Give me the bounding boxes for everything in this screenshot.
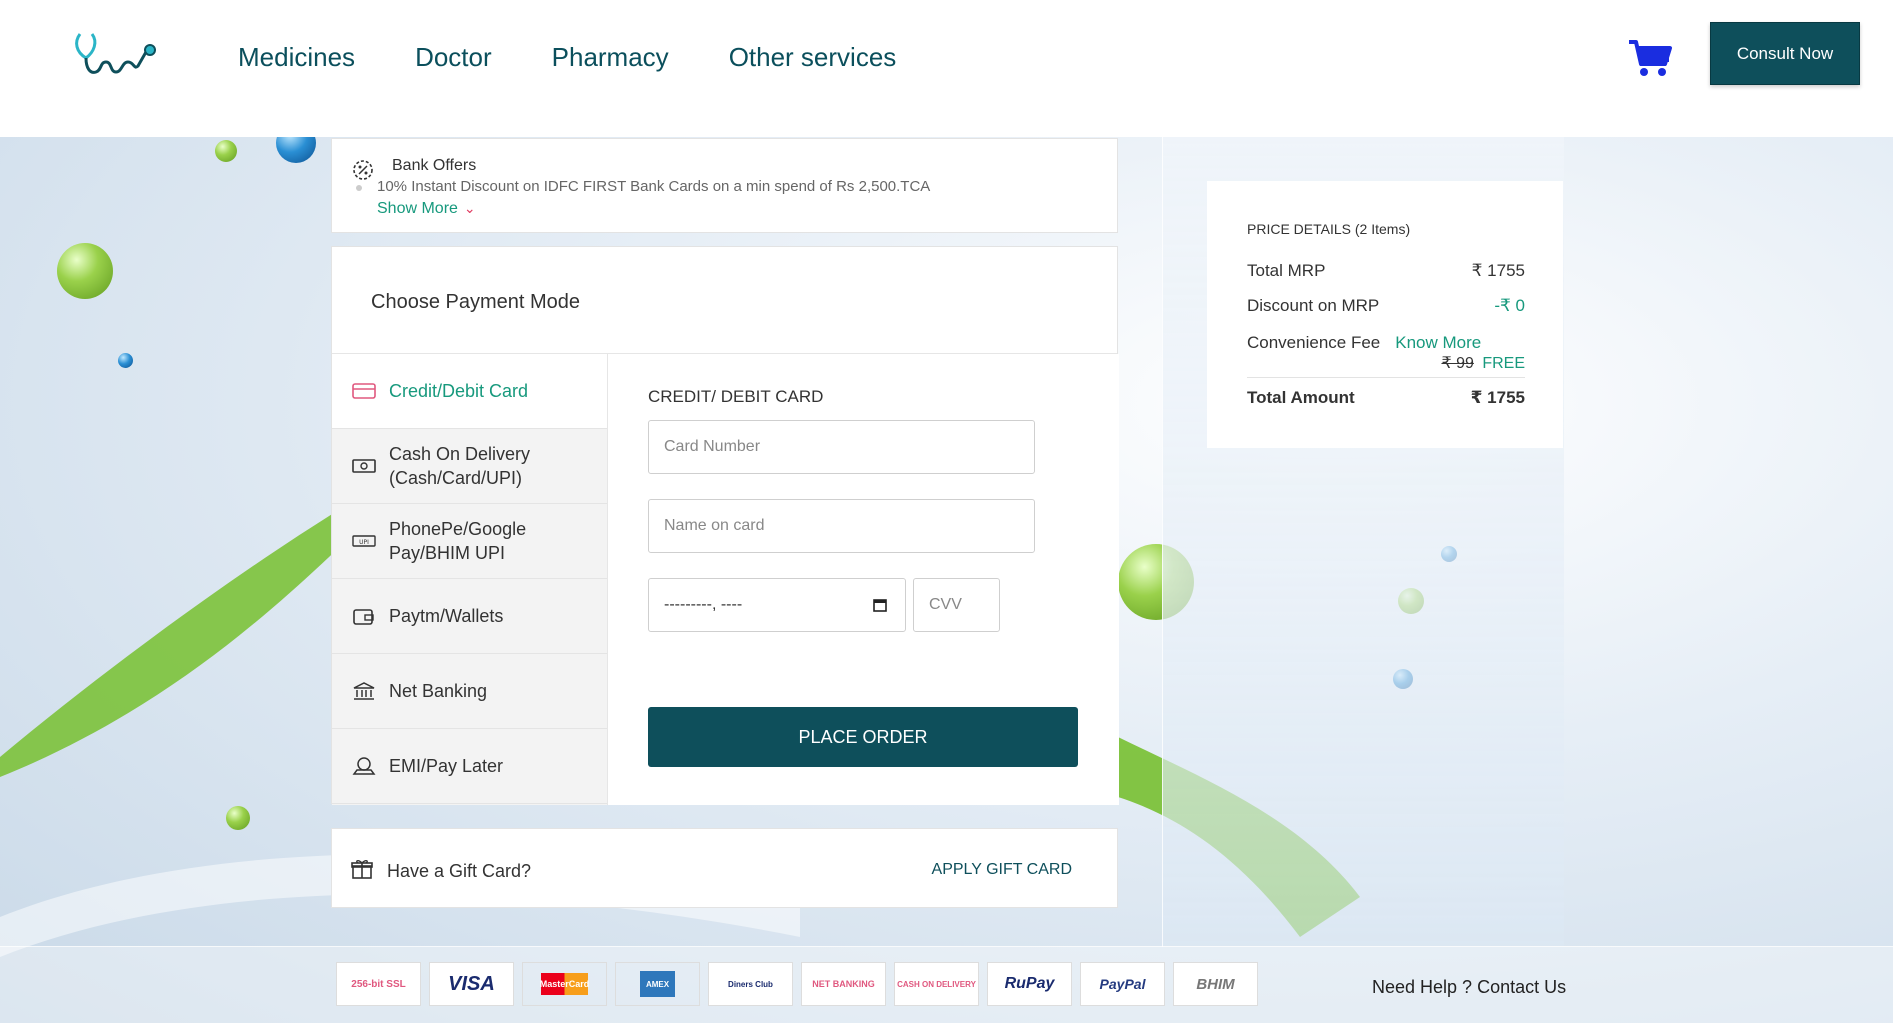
show-more-link[interactable]: Show More ⌄ <box>377 200 476 218</box>
gift-icon <box>351 860 373 879</box>
form-title: CREDIT/ DEBIT CARD <box>648 387 824 406</box>
price-details-card: PRICE DETAILS (2 Items) Total MRP ₹ 1755… <box>1207 181 1563 448</box>
method-upi[interactable]: UPI PhonePe/Google Pay/BHIM UPI <box>332 504 607 579</box>
convenience-fee-value: ₹ 99 FREE <box>1441 353 1525 373</box>
contact-us-link[interactable]: Need Help ? Contact Us <box>1372 977 1566 998</box>
credit-card-icon <box>352 383 376 399</box>
place-order-button[interactable]: PLACE ORDER <box>648 707 1078 767</box>
method-credit-debit-card[interactable]: Credit/Debit Card <box>332 354 607 429</box>
paypal-logo: PayPal <box>1080 962 1165 1006</box>
total-amount-label: Total Amount <box>1247 388 1355 407</box>
offers-title: Bank Offers <box>392 157 477 174</box>
payment-card: Choose Payment Mode Credit/Debit Card Ca… <box>331 246 1119 805</box>
main-nav: Medicines Doctor Pharmacy Other services <box>238 42 896 73</box>
ssl-logo: 256-bit SSL <box>336 962 421 1006</box>
emi-icon <box>352 757 376 775</box>
bhim-logo: BHIM <box>1173 962 1258 1006</box>
method-emi-pay-later[interactable]: EMI/Pay Later <box>332 729 607 804</box>
discount-label: Discount on MRP <box>1247 296 1380 315</box>
header: Medicines Doctor Pharmacy Other services… <box>0 0 1893 137</box>
total-amount-row: Total Amount ₹ 1755 <box>1247 388 1525 408</box>
fee-free-badge: FREE <box>1482 355 1525 372</box>
total-mrp-label: Total MRP <box>1247 261 1326 280</box>
amex-logo: AMEX <box>615 962 700 1006</box>
bank-icon <box>353 682 375 700</box>
method-cash-on-delivery[interactable]: Cash On Delivery (Cash/Card/UPI) <box>332 429 607 504</box>
total-mrp-value: ₹ 1755 <box>1471 261 1525 280</box>
card-form: CREDIT/ DEBIT CARD Card Number Name on c… <box>607 354 1119 805</box>
payment-header: Choose Payment Mode <box>332 247 1117 354</box>
apply-gift-card-button[interactable]: APPLY GIFT CARD <box>932 861 1072 879</box>
diners-club-logo: Diners Club <box>708 962 793 1006</box>
know-more-link[interactable]: Know More <box>1395 333 1481 353</box>
footer: 256-bit SSL VISA MasterCard AMEX Diners … <box>0 946 1893 1023</box>
card-number-input[interactable]: Card Number <box>648 420 1035 474</box>
nav-pharmacy[interactable]: Pharmacy <box>552 42 669 73</box>
method-label: Paytm/Wallets <box>389 606 504 626</box>
method-label: EMI/Pay Later <box>389 756 504 776</box>
payment-title: Choose Payment Mode <box>371 291 581 313</box>
method-net-banking[interactable]: Net Banking <box>332 654 607 729</box>
calendar-icon[interactable] <box>873 598 887 612</box>
visa-logo: VISA <box>429 962 514 1006</box>
method-label: Net Banking <box>389 681 488 701</box>
method-label: Credit/Debit Card <box>389 381 529 401</box>
nav-doctor[interactable]: Doctor <box>415 42 492 73</box>
bank-offers-card: Bank Offers 10% Instant Discount on IDFC… <box>331 138 1118 233</box>
expiry-date-input[interactable]: ---------, ---- <box>648 578 906 632</box>
fee-original: ₹ 99 <box>1441 355 1474 372</box>
gift-card-row: Have a Gift Card? APPLY GIFT CARD <box>331 828 1118 908</box>
name-on-card-input[interactable]: Name on card <box>648 499 1035 553</box>
cash-on-delivery-logo: CASH ON DELIVERY <box>894 962 979 1006</box>
method-paytm-wallets[interactable]: Paytm/Wallets <box>332 579 607 654</box>
offer-text: 10% Instant Discount on IDFC FIRST Bank … <box>377 178 931 195</box>
svg-text:UPI: UPI <box>359 539 369 546</box>
divider <box>1247 377 1525 378</box>
discount-value: -₹ 0 <box>1494 296 1525 315</box>
total-mrp-row: Total MRP ₹ 1755 <box>1247 261 1525 281</box>
cart-icon[interactable] <box>1627 38 1673 78</box>
consult-now-button[interactable]: Consult Now <box>1710 22 1860 85</box>
bullet-dot <box>356 185 362 191</box>
convenience-fee-row: Convenience Fee Know More <box>1247 333 1525 353</box>
mastercard-logo: MasterCard <box>522 962 607 1006</box>
gift-card-label: Have a Gift Card? <box>387 861 532 881</box>
expiry-value: ---------, ---- <box>664 596 743 613</box>
nav-other-services[interactable]: Other services <box>729 42 897 73</box>
convenience-fee-label: Convenience Fee <box>1247 333 1381 352</box>
payment-methods-list: Credit/Debit Card Cash On Delivery (Cash… <box>332 354 607 805</box>
method-label: Cash On Delivery (Cash/Card/UPI) <box>389 444 531 488</box>
total-amount-value: ₹ 1755 <box>1470 388 1525 407</box>
cvv-input[interactable]: CVV <box>913 578 1000 632</box>
discount-row: Discount on MRP -₹ 0 <box>1247 296 1525 316</box>
chevron-down-icon: ⌄ <box>463 200 476 216</box>
net-banking-logo: NET BANKING <box>801 962 886 1006</box>
offer-badge-icon <box>353 160 373 180</box>
price-details-title: PRICE DETAILS (2 Items) <box>1247 221 1411 237</box>
payment-logos: 256-bit SSL VISA MasterCard AMEX Diners … <box>336 962 1258 1006</box>
logo-icon[interactable] <box>72 28 162 80</box>
method-label: PhonePe/Google Pay/BHIM UPI <box>389 519 527 563</box>
cash-icon <box>352 459 376 473</box>
wallet-icon <box>353 609 374 625</box>
nav-medicines[interactable]: Medicines <box>238 42 355 73</box>
upi-icon: UPI <box>352 535 376 547</box>
rupay-logo: RuPay <box>987 962 1072 1006</box>
